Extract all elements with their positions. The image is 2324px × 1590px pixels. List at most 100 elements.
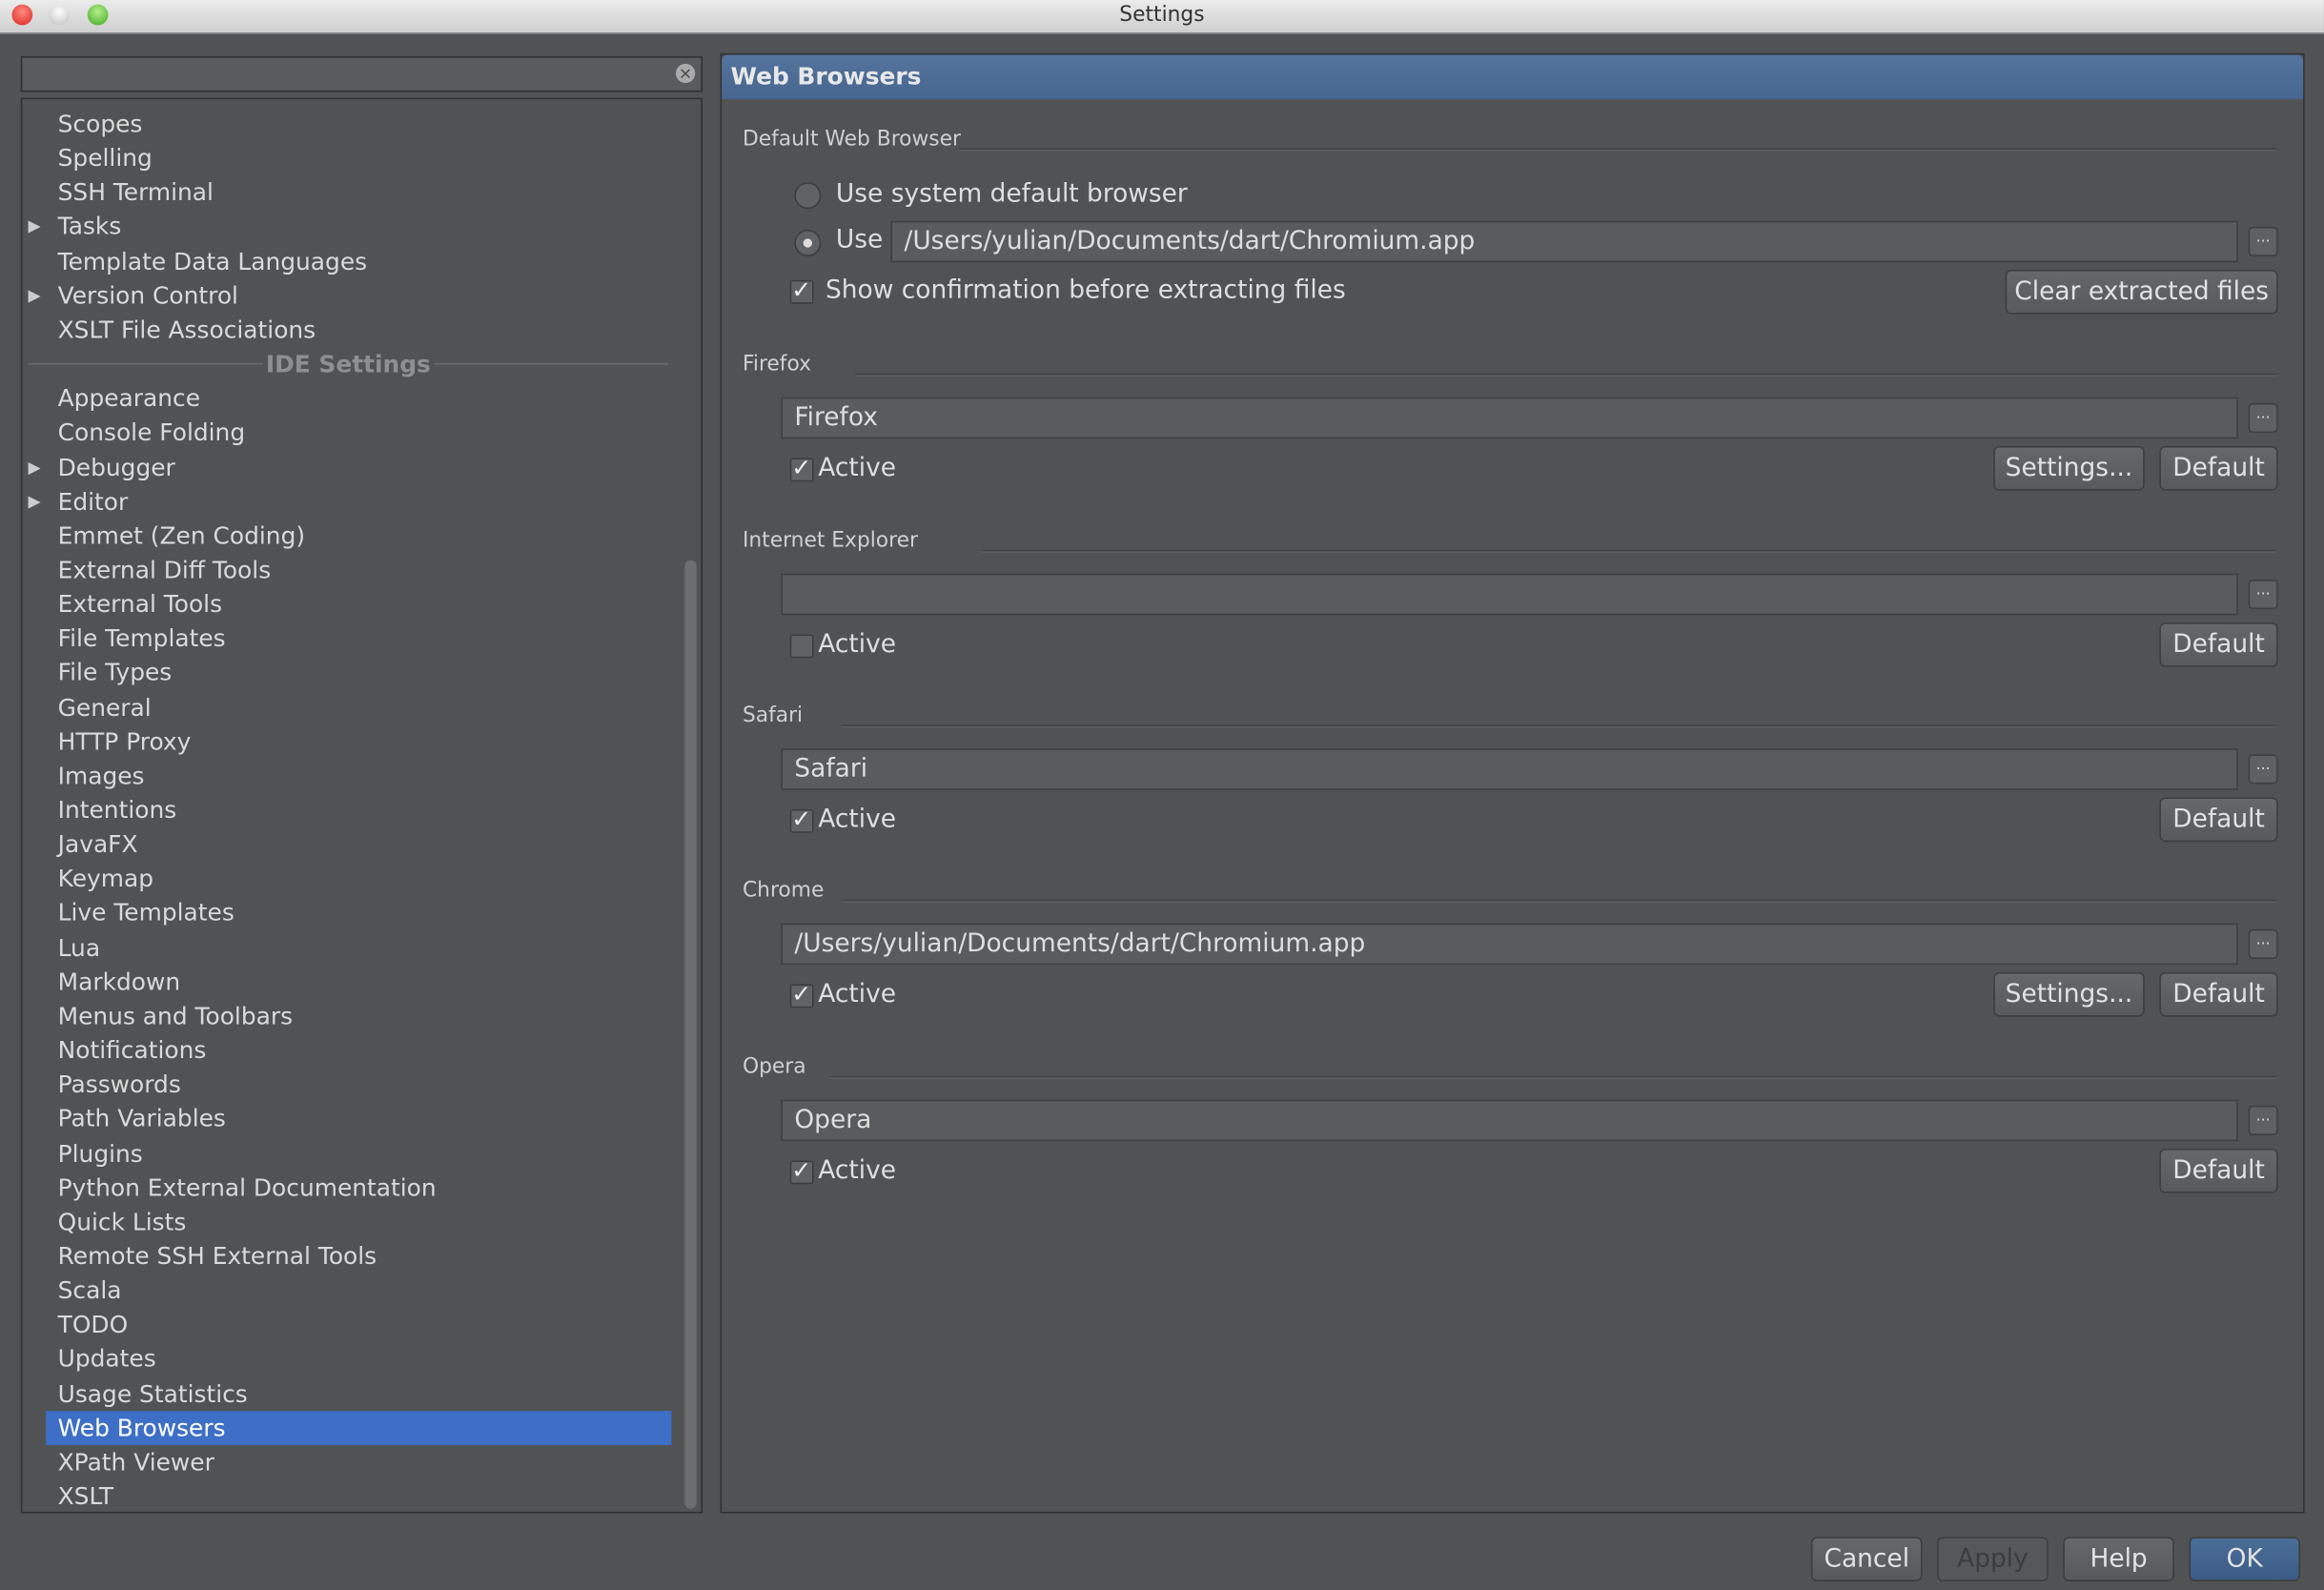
active-label: Active [818, 629, 897, 660]
tree-item[interactable]: Spelling [22, 141, 674, 175]
tree-item[interactable]: Remote SSH External Tools [22, 1239, 674, 1274]
firefox-active-checkbox[interactable]: ✓ [789, 456, 814, 482]
tree-item-label: Emmet (Zen Coding) [57, 520, 306, 550]
tree-item[interactable]: ▶ Debugger [22, 450, 674, 484]
tree-item[interactable]: SSH Terminal [22, 175, 674, 210]
settings-search-input[interactable]: × [20, 56, 703, 92]
tree-item-label: Live Templates [57, 898, 234, 928]
tree-item-label: General [57, 692, 152, 722]
safari-active-checkbox[interactable]: ✓ [789, 807, 814, 833]
tree-section-header: IDE Settings [22, 347, 674, 381]
firefox-path-input[interactable]: Firefox [781, 397, 2238, 439]
browse-firefox-button[interactable]: ... [2248, 402, 2278, 434]
tree-item[interactable]: HTTP Proxy [22, 724, 674, 759]
tree-item[interactable]: ▶ Tasks [22, 210, 674, 244]
radio-system-default[interactable] [794, 182, 822, 210]
expand-arrow-icon[interactable]: ▶ [29, 278, 41, 313]
tree-item[interactable]: Emmet (Zen Coding) [22, 519, 674, 553]
tree-item[interactable]: Lua [22, 930, 674, 965]
chrome-active-checkbox[interactable]: ✓ [789, 982, 814, 1009]
firefox-settings-button[interactable]: Settings... [1993, 445, 2145, 491]
browse-internet-explorer-button[interactable]: ... [2248, 579, 2278, 610]
tree-item[interactable]: XSLT [22, 1479, 674, 1514]
internet-explorer-default-button[interactable]: Default [2159, 622, 2278, 667]
tree-item[interactable]: Markdown [22, 965, 674, 999]
tree-item-label: Usage Statistics [57, 1378, 248, 1408]
firefox-default-button[interactable]: Default [2159, 445, 2278, 491]
tree-item[interactable]: Web Browsers [46, 1410, 672, 1445]
radio-use-custom[interactable] [794, 229, 822, 256]
tree-item[interactable]: General [22, 690, 674, 724]
confirm-extract-checkbox[interactable]: ✓ [789, 278, 814, 304]
tree-item[interactable]: Images [22, 759, 674, 793]
safari-default-button[interactable]: Default [2159, 797, 2278, 843]
group-internet-explorer: Internet Explorer [742, 529, 918, 553]
tree-item[interactable]: External Tools [22, 587, 674, 622]
chrome-default-button[interactable]: Default [2159, 971, 2278, 1017]
opera-active-checkbox[interactable]: ✓ [789, 1158, 814, 1185]
safari-path-input[interactable]: Safari [781, 748, 2238, 790]
browse-safari-button[interactable]: ... [2248, 754, 2278, 785]
tree-item[interactable]: Path Variables [22, 1102, 674, 1136]
divider [842, 899, 2277, 903]
opera-default-button[interactable]: Default [2159, 1148, 2278, 1193]
expand-arrow-icon[interactable]: ▶ [29, 210, 41, 244]
expand-arrow-icon[interactable]: ▶ [29, 450, 41, 484]
tree-item[interactable]: File Templates [22, 622, 674, 656]
tree-item[interactable]: Usage Statistics [22, 1376, 674, 1411]
tree-item[interactable]: Scala [22, 1274, 674, 1308]
cancel-button[interactable]: Cancel [1810, 1537, 1923, 1581]
tree-item-label: Intentions [57, 795, 177, 825]
tree-item-label: Template Data Languages [57, 247, 368, 275]
tree-item[interactable]: XPath Viewer [22, 1445, 674, 1479]
browse-chrome-button[interactable]: ... [2248, 928, 2278, 959]
internet-explorer-active-checkbox[interactable] [789, 634, 814, 659]
group-safari: Safari [742, 703, 804, 728]
ok-button[interactable]: OK [2189, 1537, 2301, 1581]
tree-item-label: XSLT [57, 1481, 114, 1511]
tree-item[interactable]: Scopes [22, 107, 674, 141]
divider [854, 373, 2277, 377]
tree-item[interactable]: External Diff Tools [22, 553, 674, 587]
tree-item-label: Tasks [57, 213, 122, 241]
internet-explorer-path-input[interactable] [781, 573, 2238, 616]
tree-item[interactable]: Intentions [22, 793, 674, 827]
tree-item[interactable]: Appearance [22, 381, 674, 416]
tree-item-label: File Types [57, 658, 173, 687]
tree-item-label: External Tools [57, 589, 223, 619]
chrome-settings-button[interactable]: Settings... [1993, 971, 2145, 1017]
divider [980, 549, 2277, 553]
tree-item[interactable]: Updates [22, 1342, 674, 1376]
tree-item[interactable]: Keymap [22, 862, 674, 896]
tree-item[interactable]: Menus and Toolbars [22, 999, 674, 1033]
clear-search-icon[interactable]: × [675, 63, 696, 84]
tree-item[interactable]: Console Folding [22, 416, 674, 450]
tree-item[interactable]: TODO [22, 1308, 674, 1342]
tree-item[interactable]: Plugins [22, 1136, 674, 1171]
tree-item-label: File Templates [57, 623, 226, 653]
tree-item[interactable]: JavaFX [22, 827, 674, 862]
tree-item[interactable]: XSLT File Associations [22, 313, 674, 347]
tree-item[interactable]: Notifications [22, 1033, 674, 1068]
browse-opera-button[interactable]: ... [2248, 1105, 2278, 1135]
title-bar: Settings [0, 0, 2324, 34]
tree-item[interactable]: Quick Lists [22, 1205, 674, 1239]
chrome-path-input[interactable]: /Users/yulian/Documents/dart/Chromium.ap… [781, 923, 2238, 966]
tree-item-label: Images [57, 761, 145, 790]
opera-path-input[interactable]: Opera [781, 1099, 2238, 1142]
default-browser-path-input[interactable]: /Users/yulian/Documents/dart/Chromium.ap… [890, 220, 2238, 263]
tree-item[interactable]: Passwords [22, 1068, 674, 1102]
apply-button[interactable]: Apply [1937, 1537, 2049, 1581]
tree-item[interactable]: Python External Documentation [22, 1171, 674, 1205]
tree-item[interactable]: File Types [22, 656, 674, 690]
tree-item[interactable]: Live Templates [22, 896, 674, 930]
tree-item[interactable]: Template Data Languages [22, 244, 674, 278]
browse-default-button[interactable]: ... [2248, 226, 2278, 256]
help-button[interactable]: Help [2063, 1537, 2174, 1581]
panel-title: Web Browsers [730, 62, 922, 91]
tree-scrollbar[interactable] [684, 560, 697, 1509]
clear-extracted-files-button[interactable]: Clear extracted files [2005, 269, 2278, 315]
expand-arrow-icon[interactable]: ▶ [29, 484, 41, 519]
tree-item[interactable]: ▶ Editor [22, 484, 674, 519]
tree-item[interactable]: ▶ Version Control [22, 278, 674, 313]
